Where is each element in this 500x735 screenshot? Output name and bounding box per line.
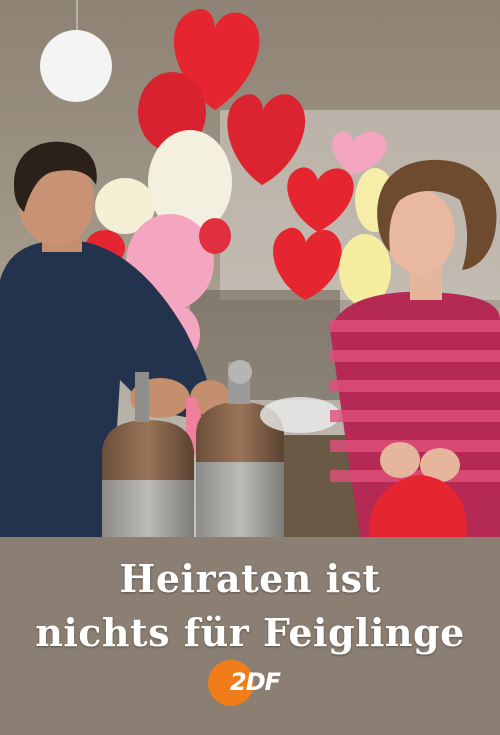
scene-illustration	[0, 0, 500, 537]
title-line-2: nichts für Feiglinge	[35, 610, 465, 655]
paper-lantern	[40, 30, 112, 102]
poster-photo	[0, 0, 500, 537]
movie-poster: Heiraten ist nichts für Feiglinge 2DF	[0, 0, 500, 735]
title-line-1: Heiraten ist	[119, 556, 381, 601]
zdf-logo: 2DF	[208, 660, 290, 706]
zdf-logo-text: 2DF	[230, 668, 281, 696]
